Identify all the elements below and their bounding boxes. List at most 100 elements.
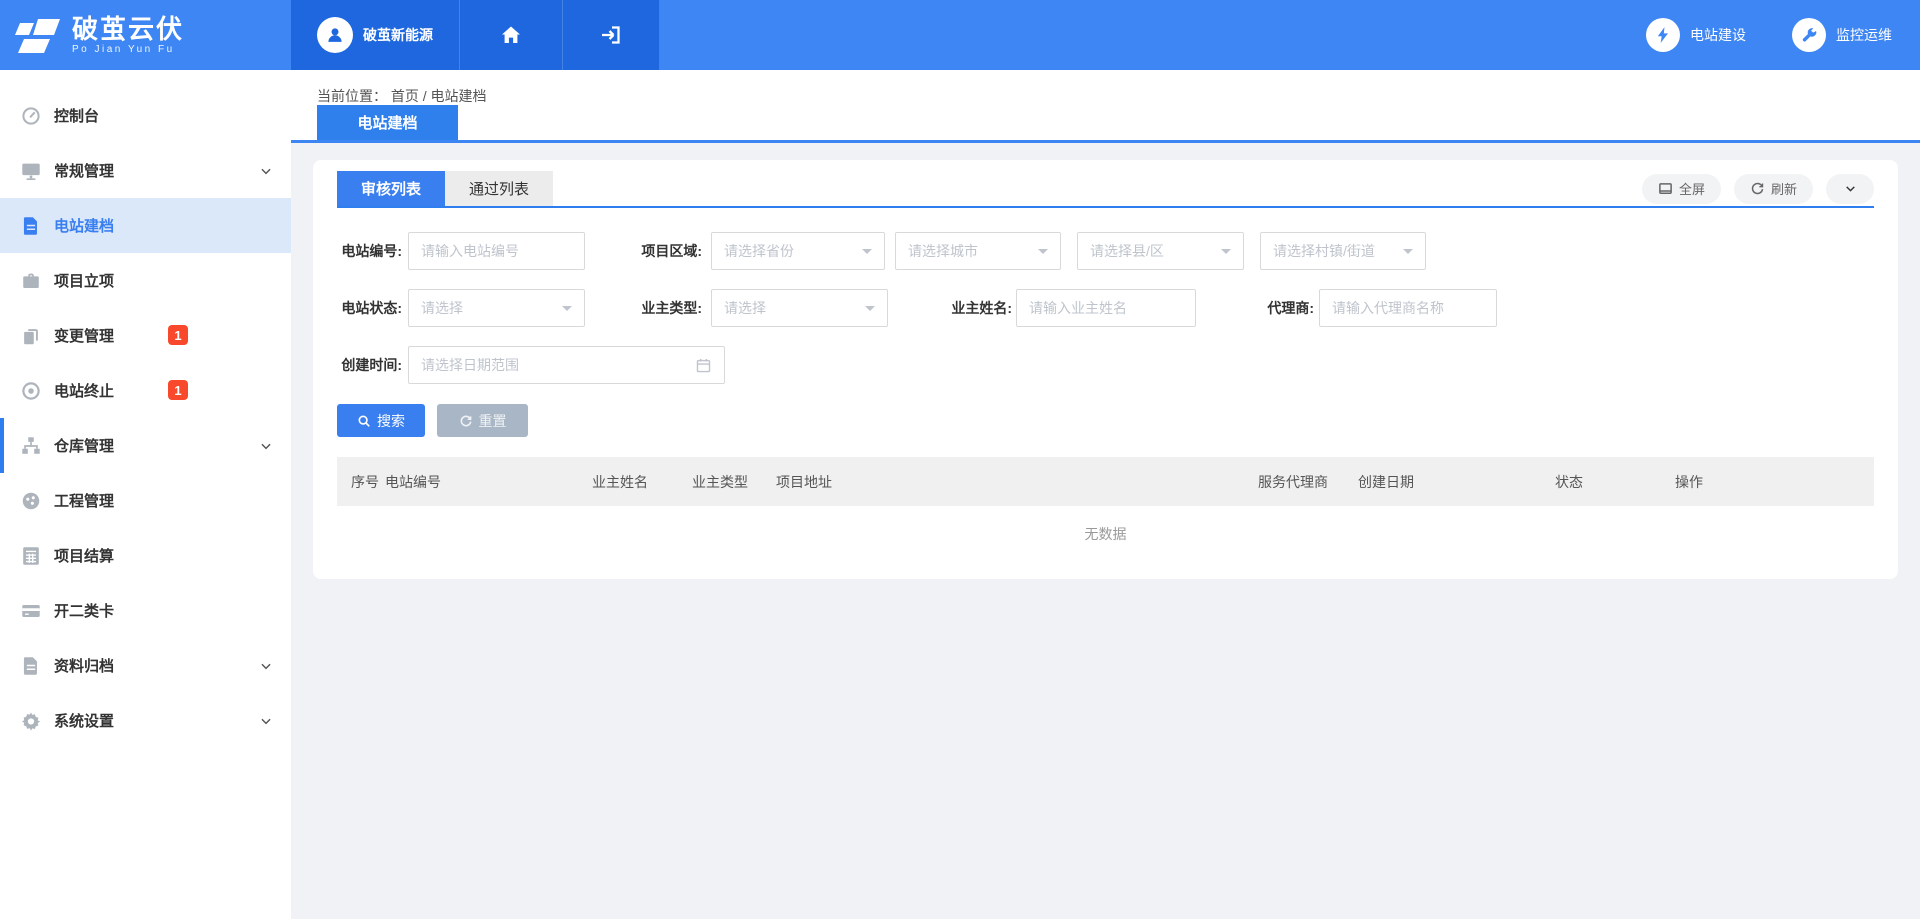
sidebar-item-label: 常规管理 [54,160,114,181]
sidebar-item-change-mgmt[interactable]: 变更管理 1 [0,308,291,363]
brand-title: 破茧云伏 [72,15,184,43]
page-topbar: 当前位置： 首页 / 电站建档 电站建档 [291,70,1920,143]
reset-icon [459,414,473,428]
sidebar-item-engineering-mgmt[interactable]: 工程管理 [0,473,291,528]
owner-type-select[interactable]: 请选择 [711,289,888,327]
sidebar-item-label: 项目立项 [54,270,114,291]
chevron-down-icon [259,164,273,178]
sidebar-item-project-settlement[interactable]: 项目结算 [0,528,291,583]
col-seq: 序号 [351,472,385,492]
sidebar-item-label: 仓库管理 [54,435,114,456]
sidebar-item-open-card[interactable]: 开二类卡 [0,583,291,638]
caret-down-icon [562,306,572,316]
stairs-logo-icon [14,15,62,55]
city-select[interactable]: 请选择城市 [895,232,1061,270]
fullscreen-button[interactable]: 全屏 [1642,174,1721,204]
sidebar-item-console[interactable]: 控制台 [0,88,291,143]
province-select[interactable]: 请选择省份 [711,232,885,270]
user-icon [324,24,346,46]
document-icon [20,215,42,237]
col-create-date: 创建日期 [1358,472,1555,492]
sidebar-item-project-initiation[interactable]: 项目立项 [0,253,291,308]
notification-badge: 1 [168,380,188,400]
avatar [317,17,353,53]
col-service-agent: 服务代理商 [1258,472,1358,492]
breadcrumb-prefix: 当前位置： [317,88,387,104]
table-header: 序号 电站编号 业主姓名 业主类型 项目地址 服务代理商 创建日期 状态 操作 [337,457,1874,506]
sign-in-button[interactable] [563,0,660,70]
province-placeholder: 请选择省份 [724,241,794,261]
sidebar-item-station-archive[interactable]: 电站建档 [0,198,291,253]
col-station-no: 电站编号 [385,472,592,492]
agent-input[interactable] [1319,289,1497,327]
town-placeholder: 请选择村镇/街道 [1273,241,1375,261]
collapse-toolbar-button[interactable] [1826,174,1874,204]
fullscreen-label: 全屏 [1679,179,1705,198]
brand-subtitle: Po Jian Yun Fu [72,44,184,55]
station-status-select[interactable]: 请选择 [408,289,585,327]
sidebar-item-general-mgmt[interactable]: 常规管理 [0,143,291,198]
refresh-button[interactable]: 刷新 [1734,174,1813,204]
empty-state-text: 无数据 [337,506,1874,562]
copy-icon [20,325,42,347]
monitor-ops-label: 监控运维 [1836,25,1892,45]
monitor-icon [20,160,42,182]
search-icon [357,414,371,428]
station-build-link[interactable]: 电站建设 [1646,18,1746,52]
caret-down-icon [1038,249,1048,259]
sitemap-icon [20,435,42,457]
date-range-input[interactable] [421,357,695,373]
sidebar: 控制台 常规管理 电站建档 [0,70,291,919]
city-placeholder: 请选择城市 [908,241,978,261]
county-placeholder: 请选择县/区 [1090,241,1164,261]
search-button[interactable]: 搜索 [337,404,425,437]
chevron-down-icon [1844,182,1857,195]
chevron-down-icon [259,659,273,673]
archive-icon [20,655,42,677]
caret-down-icon [865,306,875,316]
region-label: 项目区域: [630,241,702,261]
breadcrumb: 当前位置： 首页 / 电站建档 [317,86,487,106]
date-range-picker[interactable] [408,346,725,384]
gauge-icon [20,490,42,512]
page-tab-station-archive[interactable]: 电站建档 [317,105,458,140]
station-status-placeholder: 请选择 [421,298,463,318]
agent-label: 代理商: [1261,298,1314,318]
sidebar-item-label: 资料归档 [54,655,114,676]
county-select[interactable]: 请选择县/区 [1077,232,1244,270]
sidebar-item-warehouse-mgmt[interactable]: 仓库管理 [0,418,291,473]
owner-name-input[interactable] [1016,289,1196,327]
caret-down-icon [862,249,872,259]
owner-type-placeholder: 请选择 [724,298,766,318]
sidebar-item-label: 变更管理 [54,325,114,346]
owner-type-label: 业主类型: [630,298,702,318]
main-panel: 审核列表 通过列表 全屏 [313,160,1898,579]
fullscreen-icon [1658,181,1673,196]
tab-passed-list[interactable]: 通过列表 [445,171,553,206]
reset-button[interactable]: 重置 [437,404,528,437]
caret-down-icon [1221,249,1231,259]
sidebar-item-system-settings[interactable]: 系统设置 [0,693,291,748]
town-select[interactable]: 请选择村镇/街道 [1260,232,1426,270]
sidebar-item-label: 开二类卡 [54,600,114,621]
col-owner-name: 业主姓名 [592,472,692,492]
sidebar-item-data-archive[interactable]: 资料归档 [0,638,291,693]
user-name: 破茧新能源 [363,25,433,45]
station-build-label: 电站建设 [1690,25,1746,45]
station-no-input[interactable] [408,232,585,270]
sidebar-item-station-termination[interactable]: 电站终止 1 [0,363,291,418]
sign-in-icon [599,23,623,47]
sidebar-item-label: 系统设置 [54,710,114,731]
reset-label: 重置 [479,411,507,431]
col-project-address: 项目地址 [776,472,1258,492]
tab-review-list[interactable]: 审核列表 [337,171,445,206]
owner-name-label: 业主姓名: [938,298,1012,318]
user-menu[interactable]: 破茧新能源 [291,0,460,70]
monitor-ops-link[interactable]: 监控运维 [1792,18,1892,52]
breadcrumb-path[interactable]: 首页 / 电站建档 [391,88,487,104]
dashboard-icon [20,105,42,127]
top-header: 破茧云伏 Po Jian Yun Fu 破茧新能源 [0,0,1920,70]
home-button[interactable] [460,0,563,70]
station-status-label: 电站状态: [337,298,402,318]
gear-icon [20,710,42,732]
